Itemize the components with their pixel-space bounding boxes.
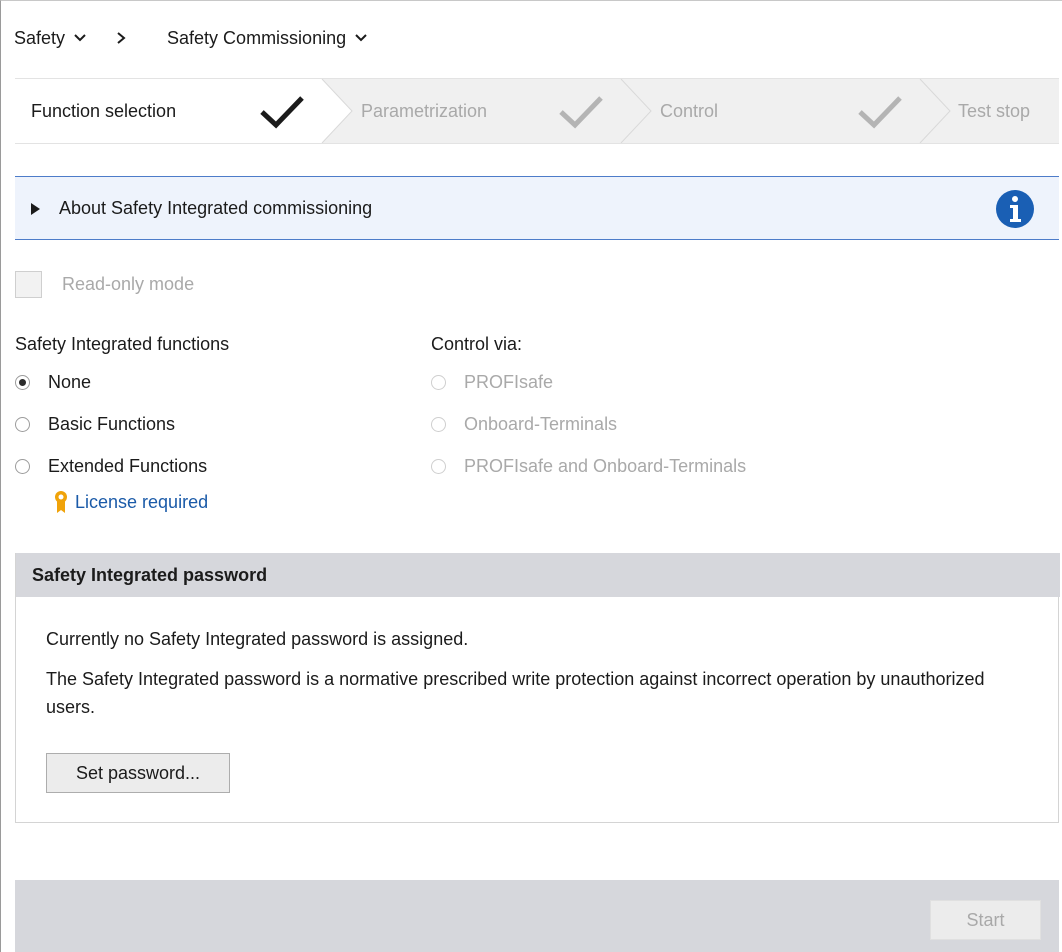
chevron-right-icon [117, 32, 126, 44]
about-commissioning-label: About Safety Integrated commissioning [59, 198, 373, 218]
control-title: Control via: [431, 334, 523, 354]
radio-profisafe[interactable]: PROFIsafe [431, 372, 553, 393]
radio-onboard-terminals[interactable]: Onboard-Terminals [431, 414, 617, 435]
read-only-mode: Read-only mode [15, 271, 194, 298]
radio-profisafe-and-onboard[interactable]: PROFIsafe and Onboard-Terminals [431, 456, 746, 477]
check-icon [260, 96, 304, 129]
breadcrumb-safety-commissioning[interactable]: Safety Commissioning [167, 28, 368, 49]
chevron-down-icon [355, 34, 367, 42]
breadcrumb: Safety Safety Commissioning [14, 24, 368, 52]
radio-button[interactable] [431, 375, 446, 390]
expand-triangle-icon [31, 203, 40, 215]
radio-button[interactable] [431, 459, 446, 474]
license-required-link[interactable]: License required [53, 490, 208, 514]
read-only-label: Read-only mode [62, 274, 195, 294]
radio-button[interactable] [431, 417, 446, 432]
radio-button[interactable] [15, 375, 30, 390]
breadcrumb-commissioning-label: Safety Commissioning [167, 27, 347, 48]
step-function-selection[interactable]: Function selection [31, 101, 176, 122]
radio-profisafe-label: PROFIsafe [464, 372, 554, 392]
radio-basic-functions[interactable]: Basic Functions [15, 414, 175, 435]
check-icon [858, 96, 902, 129]
start-button[interactable]: Start [930, 900, 1041, 940]
step-parametrization[interactable]: Parametrization [361, 101, 487, 122]
commissioning-stepper: Function selection Parametrization Contr… [15, 78, 1059, 144]
set-password-button[interactable]: Set password... [46, 753, 230, 793]
step-test-stop[interactable]: Test stop [958, 101, 1030, 122]
radio-extended-functions[interactable]: Extended Functions [15, 456, 207, 477]
radio-profisafe-onboard-label: PROFIsafe and Onboard-Terminals [464, 456, 747, 476]
breadcrumb-safety-label: Safety [14, 27, 66, 48]
license-required-label: License required [75, 491, 209, 512]
chevron-down-icon [74, 34, 86, 42]
radio-extended-label: Extended Functions [48, 456, 208, 476]
functions-title: Safety Integrated functions [15, 334, 230, 354]
radio-none-label: None [48, 372, 92, 392]
check-icon [559, 96, 603, 129]
password-panel: Safety Integrated password Currently no … [15, 553, 1060, 823]
breadcrumb-safety[interactable]: Safety [14, 28, 87, 49]
password-status-text: Currently no Safety Integrated password … [46, 629, 469, 649]
radio-button[interactable] [15, 459, 30, 474]
footer-bar: Start [15, 880, 1059, 952]
password-description: The Safety Integrated password is a norm… [46, 669, 985, 717]
about-commissioning-expander[interactable]: About Safety Integrated commissioning [15, 176, 1059, 240]
info-icon[interactable] [995, 189, 1035, 229]
radio-button[interactable] [15, 417, 30, 432]
license-icon [55, 491, 67, 513]
radio-onboard-label: Onboard-Terminals [464, 414, 618, 434]
password-panel-title: Safety Integrated password [32, 565, 268, 585]
read-only-checkbox[interactable] [15, 271, 42, 298]
radio-basic-label: Basic Functions [48, 414, 176, 434]
radio-none[interactable]: None [15, 372, 91, 393]
password-panel-header: Safety Integrated password [16, 553, 1060, 597]
step-control[interactable]: Control [660, 101, 718, 122]
